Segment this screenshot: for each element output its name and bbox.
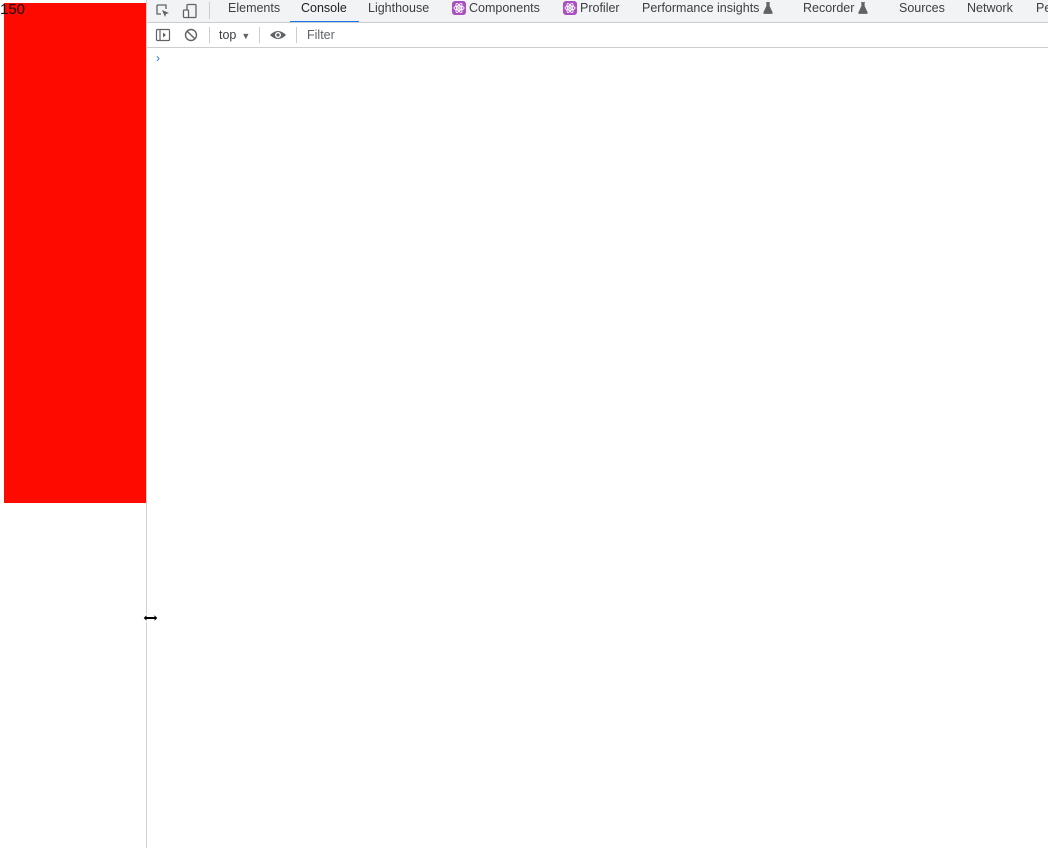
page-viewport: 150 xyxy=(0,0,146,848)
console-prompt-icon: › xyxy=(156,51,160,65)
tab-label: Sources xyxy=(899,1,945,15)
show-console-sidebar-icon[interactable] xyxy=(152,24,174,46)
tab-network[interactable]: Network xyxy=(967,0,1013,22)
experimental-flask-icon xyxy=(858,2,869,19)
tab-sources[interactable]: Sources xyxy=(899,0,945,22)
tabbar-separator xyxy=(209,2,210,19)
clear-console-icon[interactable] xyxy=(180,24,202,46)
tab-label: Elements xyxy=(228,1,281,15)
screen: 150 Elements Console Lighthouse Componen… xyxy=(0,0,1048,848)
tab-label: Console xyxy=(301,1,347,15)
tab-label: Lighthouse xyxy=(368,1,430,15)
dropdown-triangle-icon: ▼ xyxy=(241,31,251,41)
tab-console[interactable]: Console xyxy=(290,0,359,22)
tab-label: Network xyxy=(967,1,1013,15)
console-area[interactable]: › xyxy=(147,48,1048,848)
devtools-panel: Elements Console Lighthouse Components P… xyxy=(147,0,1048,848)
toolbar-separator xyxy=(209,27,210,43)
tab-components[interactable]: Components xyxy=(452,0,540,22)
red-box xyxy=(4,3,146,503)
context-value: top xyxy=(219,28,237,42)
react-icon xyxy=(452,1,466,15)
tab-lighthouse[interactable]: Lighthouse xyxy=(368,0,429,22)
toolbar-separator xyxy=(259,27,260,43)
live-expression-eye-icon[interactable] xyxy=(267,24,289,46)
device-toolbar-icon[interactable] xyxy=(179,0,201,22)
red-box-label: 150 xyxy=(0,1,26,18)
filter-input[interactable] xyxy=(303,26,1048,44)
console-toolbar: top ▼ xyxy=(147,23,1048,48)
tab-profiler[interactable]: Profiler xyxy=(563,0,620,22)
inspect-element-icon[interactable] xyxy=(152,0,174,22)
tab-recorder[interactable]: Recorder xyxy=(803,0,869,22)
tab-label: Recorder xyxy=(803,1,855,15)
tab-label: Components xyxy=(469,1,540,15)
tab-label: Profiler xyxy=(580,1,620,15)
experimental-flask-icon xyxy=(763,2,774,19)
toolbar-separator xyxy=(296,27,297,43)
javascript-context-select[interactable]: top ▼ xyxy=(219,26,250,44)
devtools-tabbar: Elements Console Lighthouse Components P… xyxy=(147,0,1048,23)
tab-elements[interactable]: Elements xyxy=(228,0,280,22)
tab-label: Performance insights xyxy=(642,1,760,15)
react-icon xyxy=(563,1,577,15)
tab-label: Pe xyxy=(1036,1,1048,15)
tab-performance-insights[interactable]: Performance insights xyxy=(642,0,774,22)
tab-performance[interactable]: Pe xyxy=(1036,0,1048,22)
resize-cursor-icon xyxy=(142,611,159,625)
